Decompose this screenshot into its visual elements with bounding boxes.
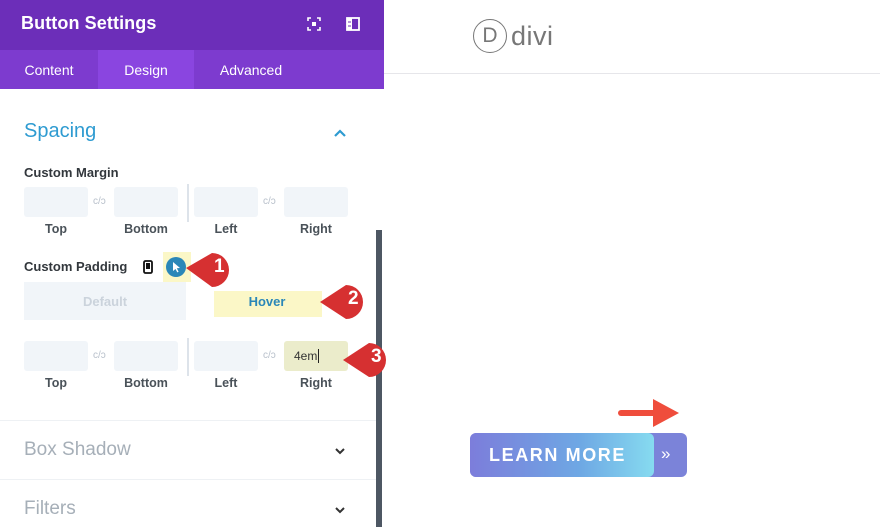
callout-shape: [343, 343, 387, 377]
divi-logo[interactable]: D divi: [473, 19, 554, 53]
link-icon[interactable]: c/ɔ: [263, 350, 276, 361]
mobile-icon[interactable]: [143, 260, 153, 274]
link-icon[interactable]: c/ɔ: [263, 196, 276, 207]
padding-bottom-label: Bottom: [124, 376, 168, 390]
red-arrow-icon: [618, 399, 679, 427]
box-shadow-section[interactable]: Box Shadow: [24, 439, 131, 461]
panel-header: Button Settings: [0, 0, 384, 50]
margin-left-input[interactable]: [194, 187, 258, 217]
margin-right-input[interactable]: [284, 187, 348, 217]
link-icon[interactable]: c/ɔ: [93, 350, 106, 361]
padding-top-input[interactable]: [24, 341, 88, 371]
callout-2: 2: [318, 282, 376, 322]
custom-margin-label: Custom Margin: [24, 165, 119, 180]
tab-bar: Content Design Advanced: [0, 50, 384, 89]
fullscreen-icon[interactable]: [306, 16, 322, 32]
callout-1: 1: [184, 250, 242, 290]
logo-mark: D: [473, 19, 507, 53]
callout-shape: [320, 285, 364, 319]
padding-bottom-input[interactable]: [114, 341, 178, 371]
custom-padding-label: Custom Padding: [24, 259, 128, 274]
logo-text: divi: [511, 20, 554, 51]
hover-cursor-icon[interactable]: [166, 257, 186, 277]
margin-bottom-label: Bottom: [124, 222, 168, 236]
callout-3: 3: [341, 340, 399, 380]
callout-shape: [186, 253, 230, 287]
tab-design[interactable]: Design: [98, 50, 194, 89]
text-caret: [318, 349, 320, 363]
chevron-down-icon[interactable]: [333, 446, 347, 456]
double-chevron-icon: »: [661, 444, 671, 463]
section-divider: [0, 420, 376, 421]
padding-right-value: 4em: [294, 349, 318, 363]
margin-top-input[interactable]: [24, 187, 88, 217]
screen: Button Settings Content Design Advanced …: [0, 0, 880, 527]
callout-number: 1: [214, 256, 225, 277]
button-label: LEARN MORE: [489, 445, 626, 465]
margin-right-label: Right: [300, 222, 332, 236]
section-divider: [0, 479, 376, 480]
spacing-section-title[interactable]: Spacing: [24, 120, 96, 143]
link-icon[interactable]: c/ɔ: [93, 196, 106, 207]
margin-top-label: Top: [45, 222, 67, 236]
padding-top-label: Top: [45, 376, 67, 390]
padding-right-input[interactable]: 4em: [284, 341, 348, 371]
callout-number: 3: [371, 346, 382, 367]
margin-bottom-input[interactable]: [114, 187, 178, 217]
field-divider: [187, 184, 189, 222]
header-divider: [384, 73, 880, 74]
chevron-up-icon[interactable]: [333, 128, 347, 138]
tab-content[interactable]: Content: [0, 50, 98, 89]
callout-number: 2: [348, 288, 359, 309]
sidebar-layout-icon[interactable]: [345, 16, 361, 32]
filters-section[interactable]: Filters: [24, 498, 76, 520]
panel-title: Button Settings: [21, 13, 157, 33]
learn-more-button[interactable]: LEARN MORE »: [470, 433, 687, 477]
padding-left-input[interactable]: [194, 341, 258, 371]
default-state-button[interactable]: Default: [24, 282, 186, 320]
hover-state-label: Hover: [248, 293, 286, 309]
padding-right-label: Right: [300, 376, 332, 390]
padding-left-label: Left: [214, 376, 238, 390]
margin-left-label: Left: [214, 222, 238, 236]
chevron-down-icon[interactable]: [333, 505, 347, 515]
tab-advanced[interactable]: Advanced: [194, 50, 308, 89]
field-divider: [187, 338, 189, 376]
